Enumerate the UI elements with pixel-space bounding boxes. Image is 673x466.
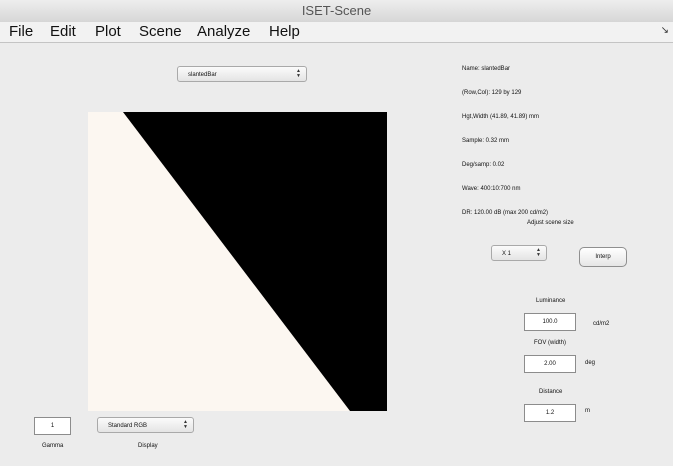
scale-select-value: X 1 bbox=[502, 251, 512, 257]
updown-arrows-icon: ▲ ▼ bbox=[183, 419, 188, 430]
distance-input[interactable]: 1.2 bbox=[524, 404, 576, 422]
menu-file[interactable]: File bbox=[9, 23, 33, 41]
info-height-width: Hgt,Width (41.89, 41.89) mm bbox=[462, 114, 540, 120]
luminance-input[interactable]: 100.0 bbox=[524, 313, 576, 331]
menu-help[interactable]: Help bbox=[269, 23, 300, 41]
window-title-bar: ISET-Scene bbox=[0, 0, 673, 23]
menu-bar: File Edit Plot Scene Analyze Help ↘ bbox=[0, 22, 673, 43]
updown-arrows-icon: ▲ ▼ bbox=[536, 247, 541, 258]
window-corner-icon[interactable]: ↘ bbox=[661, 25, 669, 36]
scene-image[interactable] bbox=[88, 112, 387, 411]
info-rowcol: (Row,Col): 129 by 129 bbox=[462, 90, 522, 96]
luminance-unit: cd/m2 bbox=[593, 321, 610, 327]
scene-image-canvas bbox=[88, 112, 387, 411]
distance-unit: m bbox=[585, 408, 590, 414]
info-dynamic-range: DR: 120.00 dB (max 200 cd/m2) bbox=[462, 210, 549, 216]
distance-label: Distance bbox=[539, 389, 563, 395]
gamma-label: Gamma bbox=[42, 443, 64, 449]
interp-button[interactable]: Interp bbox=[579, 247, 627, 267]
scene-select[interactable]: slantedBar ▲ ▼ bbox=[177, 66, 307, 82]
window-title: ISET-Scene bbox=[301, 3, 372, 18]
info-deg-per-sample: Deg/samp: 0.02 bbox=[462, 162, 505, 168]
display-label: Display bbox=[138, 443, 158, 449]
fov-input[interactable]: 2.00 bbox=[524, 355, 576, 373]
scale-select[interactable]: X 1 ▲ ▼ bbox=[491, 245, 547, 261]
fov-label: FOV (width) bbox=[534, 340, 567, 346]
scene-info: Name: slantedBar (Row,Col): 129 by 129 H… bbox=[462, 49, 548, 225]
display-select[interactable]: Standard RGB ▲ ▼ bbox=[97, 417, 194, 433]
menu-scene[interactable]: Scene bbox=[139, 23, 182, 41]
gamma-input[interactable]: 1 bbox=[34, 417, 71, 435]
display-select-value: Standard RGB bbox=[108, 423, 148, 429]
fov-unit: deg bbox=[585, 360, 596, 366]
menu-edit[interactable]: Edit bbox=[50, 23, 76, 41]
info-sample: Sample: 0.32 mm bbox=[462, 138, 510, 144]
info-wave: Wave: 400:10:700 nm bbox=[462, 186, 521, 192]
luminance-label: Luminance bbox=[536, 298, 566, 304]
updown-arrows-icon: ▲ ▼ bbox=[296, 68, 301, 79]
menu-plot[interactable]: Plot bbox=[95, 23, 121, 41]
menu-analyze[interactable]: Analyze bbox=[197, 23, 250, 41]
info-name: Name: slantedBar bbox=[462, 66, 511, 72]
adjust-size-label: Adjust scene size bbox=[527, 220, 574, 226]
scene-select-value: slantedBar bbox=[188, 72, 217, 78]
